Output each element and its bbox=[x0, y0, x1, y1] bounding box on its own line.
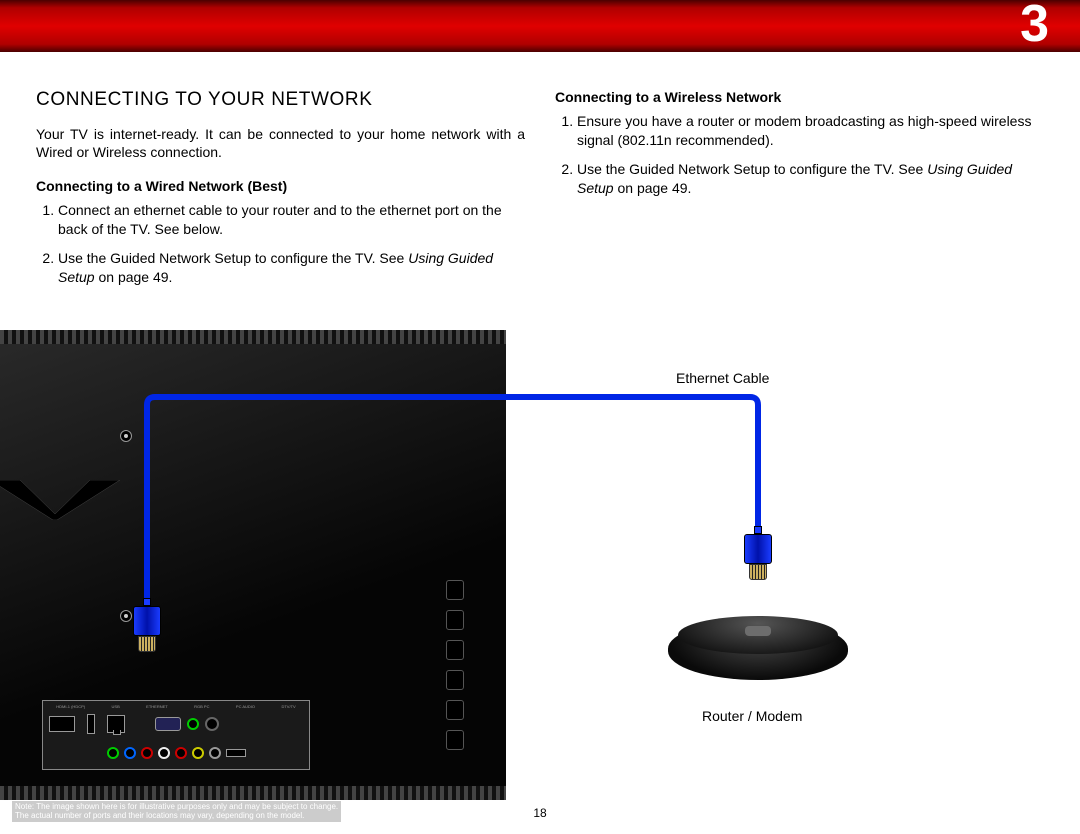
page-title: CONNECTING TO YOUR NETWORK bbox=[36, 88, 525, 113]
right-column: Connecting to a Wireless Network Ensure … bbox=[555, 88, 1044, 297]
step-text: on page 49. bbox=[95, 269, 173, 285]
text-columns: CONNECTING TO YOUR NETWORK Your TV is in… bbox=[0, 52, 1080, 297]
router-illustration bbox=[668, 620, 848, 680]
wired-steps: Connect an ethernet cable to your router… bbox=[36, 201, 525, 287]
step-text: Use the Guided Network Setup to configur… bbox=[577, 161, 927, 177]
left-column: CONNECTING TO YOUR NETWORK Your TV is in… bbox=[36, 88, 525, 297]
connection-diagram: HDMI-1 (HDCP) USB ETHERNET RGB PC PC AUD… bbox=[0, 330, 1080, 834]
step-text: on page 49. bbox=[614, 180, 692, 196]
wireless-heading: Connecting to a Wireless Network bbox=[555, 88, 1044, 106]
wired-heading: Connecting to a Wired Network (Best) bbox=[36, 177, 525, 195]
wireless-steps: Ensure you have a router or modem broadc… bbox=[555, 112, 1044, 198]
step-text: Use the Guided Network Setup to configur… bbox=[58, 250, 408, 266]
chapter-header-bar: 3 bbox=[0, 0, 1080, 52]
router-modem-label: Router / Modem bbox=[702, 708, 802, 724]
ethernet-cable-label: Ethernet Cable bbox=[676, 370, 769, 386]
list-item: Ensure you have a router or modem broadc… bbox=[577, 112, 1044, 150]
ethernet-cable-line bbox=[0, 330, 1080, 830]
chapter-number: 3 bbox=[1020, 0, 1049, 54]
intro-paragraph: Your TV is internet-ready. It can be con… bbox=[36, 125, 525, 161]
ethernet-plug-icon bbox=[744, 526, 772, 572]
ethernet-plug-icon bbox=[133, 598, 161, 644]
router-logo-icon bbox=[745, 626, 771, 636]
page-number: 18 bbox=[0, 806, 1080, 820]
list-item: Connect an ethernet cable to your router… bbox=[58, 201, 525, 239]
list-item: Use the Guided Network Setup to configur… bbox=[577, 160, 1044, 198]
list-item: Use the Guided Network Setup to configur… bbox=[58, 249, 525, 287]
